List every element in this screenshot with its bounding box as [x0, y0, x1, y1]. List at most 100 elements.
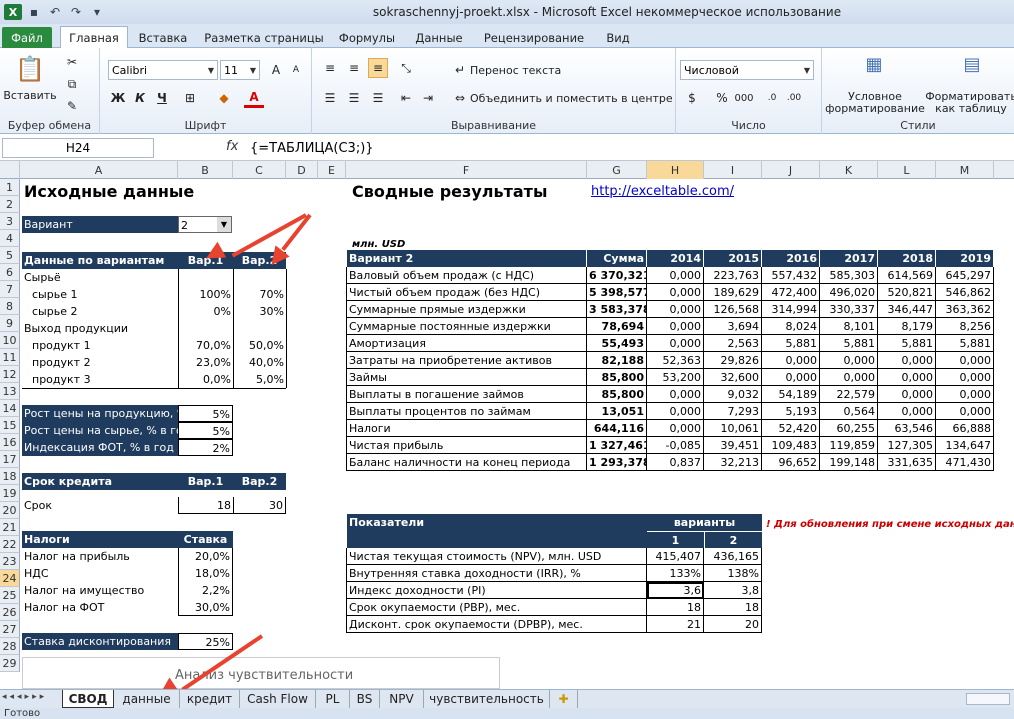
- p2-v2[interactable]: 40,0%: [233, 354, 286, 371]
- summary-cell[interactable]: 189,629: [704, 284, 762, 301]
- font-name-combo[interactable]: Calibri ▼: [108, 60, 218, 80]
- format-as-table-button-line2[interactable]: как таблицу: [926, 102, 1014, 115]
- number-format-combo[interactable]: Числовой ▼: [680, 60, 814, 80]
- column-header[interactable]: L: [878, 161, 936, 179]
- insert-sheet-icon[interactable]: ✚: [550, 690, 578, 708]
- summary-cell[interactable]: 119,859: [820, 437, 878, 454]
- align-top-icon[interactable]: ≡: [320, 58, 340, 78]
- sheet-tab-npv[interactable]: NPV: [380, 690, 424, 708]
- summary-cell[interactable]: 0,000: [762, 369, 820, 386]
- tab-review[interactable]: Рецензирование: [478, 27, 590, 48]
- column-header[interactable]: M: [936, 161, 994, 179]
- tab-home[interactable]: Главная: [60, 26, 128, 49]
- format-as-table-button[interactable]: Форматировать: [925, 90, 1014, 103]
- column-header[interactable]: A: [20, 161, 178, 179]
- summary-cell[interactable]: Суммарные прямые издержки: [347, 301, 587, 318]
- summary-cell[interactable]: 10,061: [704, 420, 762, 437]
- align-right-icon[interactable]: ☰: [368, 88, 388, 108]
- summary-cell[interactable]: 82,188: [587, 352, 647, 369]
- row-header[interactable]: 29: [0, 655, 20, 672]
- summary-cell[interactable]: 363,362: [936, 301, 994, 318]
- raw2-v2[interactable]: 30%: [233, 303, 286, 320]
- summary-cell[interactable]: 3,694: [704, 318, 762, 335]
- summary-cell[interactable]: 0,000: [936, 386, 994, 403]
- summary-cell[interactable]: 53,200: [647, 369, 704, 386]
- summary-cell[interactable]: Чистый объем продаж (без НДС): [347, 284, 587, 301]
- format-painter-icon[interactable]: ✎: [62, 96, 82, 116]
- summary-cell[interactable]: 134,647: [936, 437, 994, 454]
- summary-cell[interactable]: Затраты на приобретение активов: [347, 352, 587, 369]
- summary-cell[interactable]: 5,881: [762, 335, 820, 352]
- indicator-cell[interactable]: 3,8: [704, 582, 762, 599]
- summary-cell[interactable]: -0,085: [647, 437, 704, 454]
- indicator-cell[interactable]: Внутренняя ставка доходности (IRR), %: [347, 565, 647, 582]
- font-size-combo[interactable]: 11 ▼: [220, 60, 260, 80]
- summary-cell[interactable]: 52,420: [762, 420, 820, 437]
- summary-cell[interactable]: 0,000: [647, 403, 704, 420]
- align-left-icon[interactable]: ☰: [320, 88, 340, 108]
- row-header[interactable]: 9: [0, 315, 20, 332]
- summary-cell[interactable]: 60,255: [820, 420, 878, 437]
- currency-format-icon[interactable]: $: [682, 88, 702, 108]
- wrap-text-button[interactable]: Перенос текста: [470, 60, 561, 80]
- row-header[interactable]: 8: [0, 298, 20, 315]
- summary-cell[interactable]: 0,000: [820, 369, 878, 386]
- summary-cell[interactable]: 32,213: [704, 454, 762, 471]
- summary-cell[interactable]: 2,563: [704, 335, 762, 352]
- column-header[interactable]: C: [233, 161, 286, 179]
- fill-color-icon[interactable]: ◆: [214, 88, 234, 108]
- summary-cell[interactable]: 330,337: [820, 301, 878, 318]
- row-header[interactable]: 4: [0, 230, 20, 247]
- summary-cell[interactable]: Займы: [347, 369, 587, 386]
- row-header[interactable]: 6: [0, 264, 20, 281]
- summary-cell[interactable]: 8,179: [878, 318, 936, 335]
- tab-view[interactable]: Вид: [596, 27, 640, 48]
- summary-cell[interactable]: 8,024: [762, 318, 820, 335]
- decrease-decimal-icon[interactable]: .00: [784, 88, 804, 108]
- summary-cell[interactable]: 1 327,461: [587, 437, 647, 454]
- sheet-tab-cashflow[interactable]: Cash Flow: [240, 690, 316, 708]
- sheet-tab-svod[interactable]: СВОД: [62, 690, 114, 708]
- summary-cell[interactable]: 0,000: [878, 369, 936, 386]
- indicator-cell[interactable]: 415,407: [647, 548, 704, 565]
- indicator-cell[interactable]: 18: [704, 599, 762, 616]
- p3-v2[interactable]: 5,0%: [233, 371, 286, 388]
- row-header[interactable]: 23: [0, 553, 20, 570]
- row-header[interactable]: 13: [0, 383, 20, 400]
- summary-cell[interactable]: 8,256: [936, 318, 994, 335]
- vat-value[interactable]: 18,0%: [178, 565, 233, 582]
- italic-button[interactable]: К: [130, 88, 150, 108]
- summary-cell[interactable]: 0,000: [647, 318, 704, 335]
- tax-profit-value[interactable]: 20,0%: [178, 548, 233, 565]
- row-header[interactable]: 22: [0, 536, 20, 553]
- summary-cell[interactable]: 85,800: [587, 386, 647, 403]
- term-v2[interactable]: 30: [233, 497, 286, 514]
- summary-cell[interactable]: 29,826: [704, 352, 762, 369]
- decrease-indent-icon[interactable]: ⇤: [396, 88, 416, 108]
- sheet-tab-kredit[interactable]: кредит: [180, 690, 240, 708]
- column-header[interactable]: G: [587, 161, 647, 179]
- row-header[interactable]: 18: [0, 468, 20, 485]
- summary-cell[interactable]: 0,000: [647, 335, 704, 352]
- summary-cell[interactable]: Валовый объем продаж (с НДС): [347, 267, 587, 284]
- summary-cell[interactable]: 0,000: [936, 369, 994, 386]
- summary-cell[interactable]: 9,032: [704, 386, 762, 403]
- summary-cell[interactable]: 0,000: [878, 352, 936, 369]
- growth-raw-value[interactable]: 5%: [178, 422, 233, 439]
- column-header[interactable]: J: [762, 161, 820, 179]
- paste-icon[interactable]: 📋: [10, 52, 50, 86]
- summary-cell[interactable]: 5 398,577: [587, 284, 647, 301]
- cut-icon[interactable]: ✂: [62, 52, 82, 72]
- align-middle-icon[interactable]: ≡: [344, 58, 364, 78]
- summary-cell[interactable]: 644,116: [587, 420, 647, 437]
- summary-cell[interactable]: 22,579: [820, 386, 878, 403]
- row-header[interactable]: 16: [0, 434, 20, 451]
- summary-cell[interactable]: 0,000: [647, 386, 704, 403]
- sheet-tab-pl[interactable]: PL: [316, 690, 350, 708]
- thousands-separator-button[interactable]: 000: [734, 88, 754, 108]
- row-header[interactable]: 21: [0, 519, 20, 536]
- percent-button[interactable]: %: [712, 88, 732, 108]
- summary-cell[interactable]: Суммарные постоянные издержки: [347, 318, 587, 335]
- column-header[interactable]: B: [178, 161, 233, 179]
- row-header[interactable]: 15: [0, 417, 20, 434]
